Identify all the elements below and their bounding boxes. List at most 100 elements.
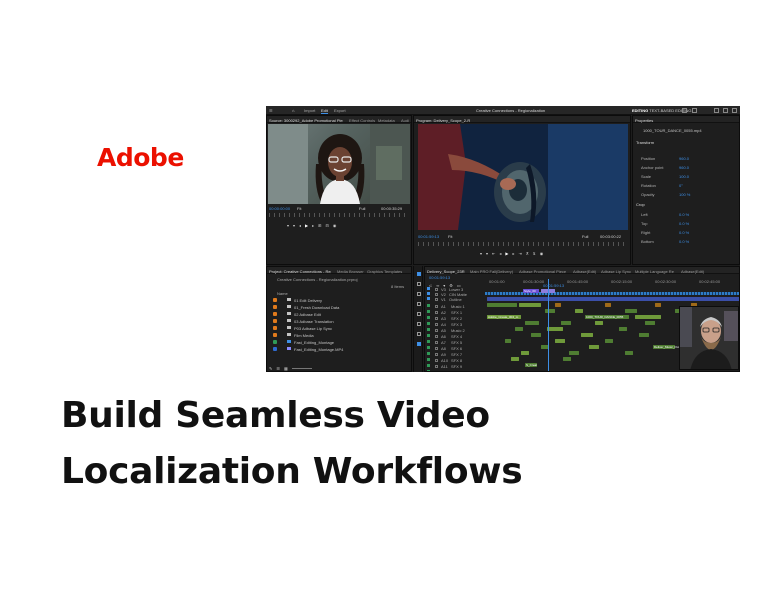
ripple-edit-tool-icon[interactable] <box>417 292 421 296</box>
list-item[interactable]: 02 Adbase Edit <box>271 311 411 317</box>
timeline-ruler[interactable]: 00:01:00 00:01:30:00 00:01:45:00 00:01:5… <box>485 278 739 288</box>
timeline-clip[interactable] <box>547 327 563 331</box>
timeline-clip[interactable] <box>605 339 613 343</box>
track-header-a10[interactable]: A10 SFX 8 <box>427 358 483 363</box>
track-target-icon[interactable] <box>427 287 430 290</box>
lock-icon[interactable] <box>435 310 438 314</box>
timeline-clip[interactable] <box>505 339 511 343</box>
track-target-icon[interactable] <box>427 297 430 300</box>
workspace-tab-edit[interactable]: Edit <box>321 108 328 114</box>
timeline-clip[interactable] <box>515 327 523 331</box>
lock-icon[interactable] <box>435 334 438 338</box>
close-icon[interactable] <box>732 108 737 113</box>
track-header-a11[interactable]: A11 SFX 9 <box>427 364 483 369</box>
prop-value-right[interactable]: 0.0 % <box>679 230 689 235</box>
lock-icon[interactable] <box>435 292 438 296</box>
extract-icon[interactable]: ⊻ <box>533 251 536 256</box>
column-header-name[interactable]: Name <box>277 291 288 296</box>
play-icon[interactable]: ▶ <box>305 223 308 228</box>
lock-icon[interactable] <box>435 358 438 362</box>
track-header-a12[interactable]: A12 SFX 10 <box>427 370 483 371</box>
lock-icon[interactable] <box>435 340 438 344</box>
mark-out-icon[interactable]: ▾ <box>486 251 488 256</box>
track-select-tool-icon[interactable] <box>417 282 421 286</box>
prop-value-top[interactable]: 0.0 % <box>679 221 689 226</box>
prop-value-bottom[interactable]: 0.0 % <box>679 239 689 244</box>
program-resolution-select[interactable]: Full <box>582 234 588 239</box>
zoom-slider[interactable] <box>291 367 312 369</box>
track-target-icon[interactable] <box>427 310 430 313</box>
track-header-v1[interactable]: V1 Outline <box>427 297 483 302</box>
source-fit-select[interactable]: Fit <box>297 206 301 211</box>
timeline-clip[interactable] <box>545 309 555 313</box>
lock-icon[interactable] <box>435 370 438 371</box>
timeline-clip[interactable]: Style_00 <box>523 289 539 293</box>
mark-in-icon[interactable]: ▾ <box>287 223 289 228</box>
insert-icon[interactable]: ⊞ <box>318 223 321 228</box>
list-view-icon[interactable]: ☰ <box>276 366 280 371</box>
list-item[interactable]: 01_Fresh Download Data <box>271 304 411 310</box>
lift-icon[interactable]: ⊼ <box>526 251 529 256</box>
tab-sequence-2[interactable]: Main PRO Fall(Delivery) <box>470 269 513 274</box>
tab-project[interactable]: Project: Creative Connections - Regional… <box>269 269 331 274</box>
mark-in-icon[interactable]: ▾ <box>480 251 482 256</box>
prop-value-rotation[interactable]: 0° <box>679 183 683 188</box>
list-item[interactable]: 03 Adbase Translation <box>271 318 411 324</box>
tab-graphics-templates[interactable]: Graphics Templates <box>367 269 402 274</box>
step-forward-icon[interactable]: ▸ <box>512 251 514 256</box>
timeline-clip[interactable] <box>487 303 517 307</box>
icon-view-icon[interactable]: ▦ <box>284 366 288 371</box>
label-color-swatch[interactable] <box>273 347 277 351</box>
track-target-icon[interactable] <box>427 370 430 371</box>
source-timecode-in[interactable]: 00:00:00:00 <box>269 206 290 211</box>
tab-audio[interactable]: Audi <box>401 118 409 123</box>
timeline-clip[interactable]: S_Creat <box>525 363 537 367</box>
tab-source[interactable]: Source: 3000292_Adobe Promotional Piece_… <box>269 118 343 123</box>
prop-value-position[interactable]: 960.0 <box>679 156 689 161</box>
program-timecode-in[interactable]: 00:01:59:13 <box>418 234 439 239</box>
timeline-clip[interactable] <box>521 351 529 355</box>
tab-sequence-6[interactable]: Multiple Language Re <box>635 269 674 274</box>
track-target-icon[interactable] <box>427 364 430 367</box>
track-header-v2[interactable]: V2 CIN Matte <box>427 292 483 297</box>
transform-section-title[interactable]: Transform <box>636 140 654 145</box>
track-target-icon[interactable] <box>427 316 430 319</box>
track-target-icon[interactable] <box>427 334 430 337</box>
tab-sequence-7[interactable]: Adbase(Edit) <box>681 269 704 274</box>
timeline-clip[interactable] <box>605 303 611 307</box>
camera-icon[interactable]: ◉ <box>540 251 544 256</box>
label-color-swatch[interactable] <box>273 333 277 337</box>
timeline-clip[interactable] <box>625 309 637 313</box>
timeline-clip[interactable] <box>511 357 519 361</box>
step-forward-icon[interactable]: ▸ <box>312 223 314 228</box>
quick-export-icon[interactable] <box>682 108 687 113</box>
label-color-swatch[interactable] <box>273 340 277 344</box>
timeline-clip[interactable] <box>635 315 661 319</box>
go-to-out-icon[interactable]: ⇥ <box>519 251 522 256</box>
source-resolution-select[interactable]: Full <box>359 206 365 211</box>
tab-sequence-3[interactable]: Adbase Promotional Piece <box>519 269 566 274</box>
slip-tool-icon[interactable] <box>417 312 421 316</box>
lock-icon[interactable] <box>435 346 438 350</box>
pen-tool-icon[interactable] <box>417 322 421 326</box>
overwrite-icon[interactable]: ⊟ <box>326 223 329 228</box>
step-back-icon[interactable]: ◂ <box>299 223 301 228</box>
source-scrubber[interactable] <box>269 213 409 217</box>
prop-value-scale[interactable]: 100.0 <box>679 174 689 179</box>
timeline-clip[interactable] <box>595 321 603 325</box>
timeline-clip[interactable] <box>589 345 599 349</box>
track-target-icon[interactable] <box>427 322 430 325</box>
tab-program[interactable]: Program: Delivery_Scope_2-R <box>416 118 470 123</box>
timeline-clip[interactable]: Deliver_Music_Flow <box>653 345 681 349</box>
list-item[interactable]: P03 Adbase Lip Sync <box>271 325 411 331</box>
label-color-swatch[interactable] <box>273 319 277 323</box>
track-header-a6[interactable]: A6 SFX 4 <box>427 334 483 339</box>
prop-value-left[interactable]: 0.0 % <box>679 212 689 217</box>
track-header-v3[interactable]: V3 Lower 3 <box>427 287 483 292</box>
label-color-swatch[interactable] <box>273 305 277 309</box>
play-icon[interactable]: ▶ <box>505 251 508 256</box>
hand-tool-icon[interactable] <box>417 332 421 336</box>
mark-out-icon[interactable]: ▾ <box>293 223 295 228</box>
lock-icon[interactable] <box>435 322 438 326</box>
timeline-clip[interactable] <box>487 297 739 301</box>
